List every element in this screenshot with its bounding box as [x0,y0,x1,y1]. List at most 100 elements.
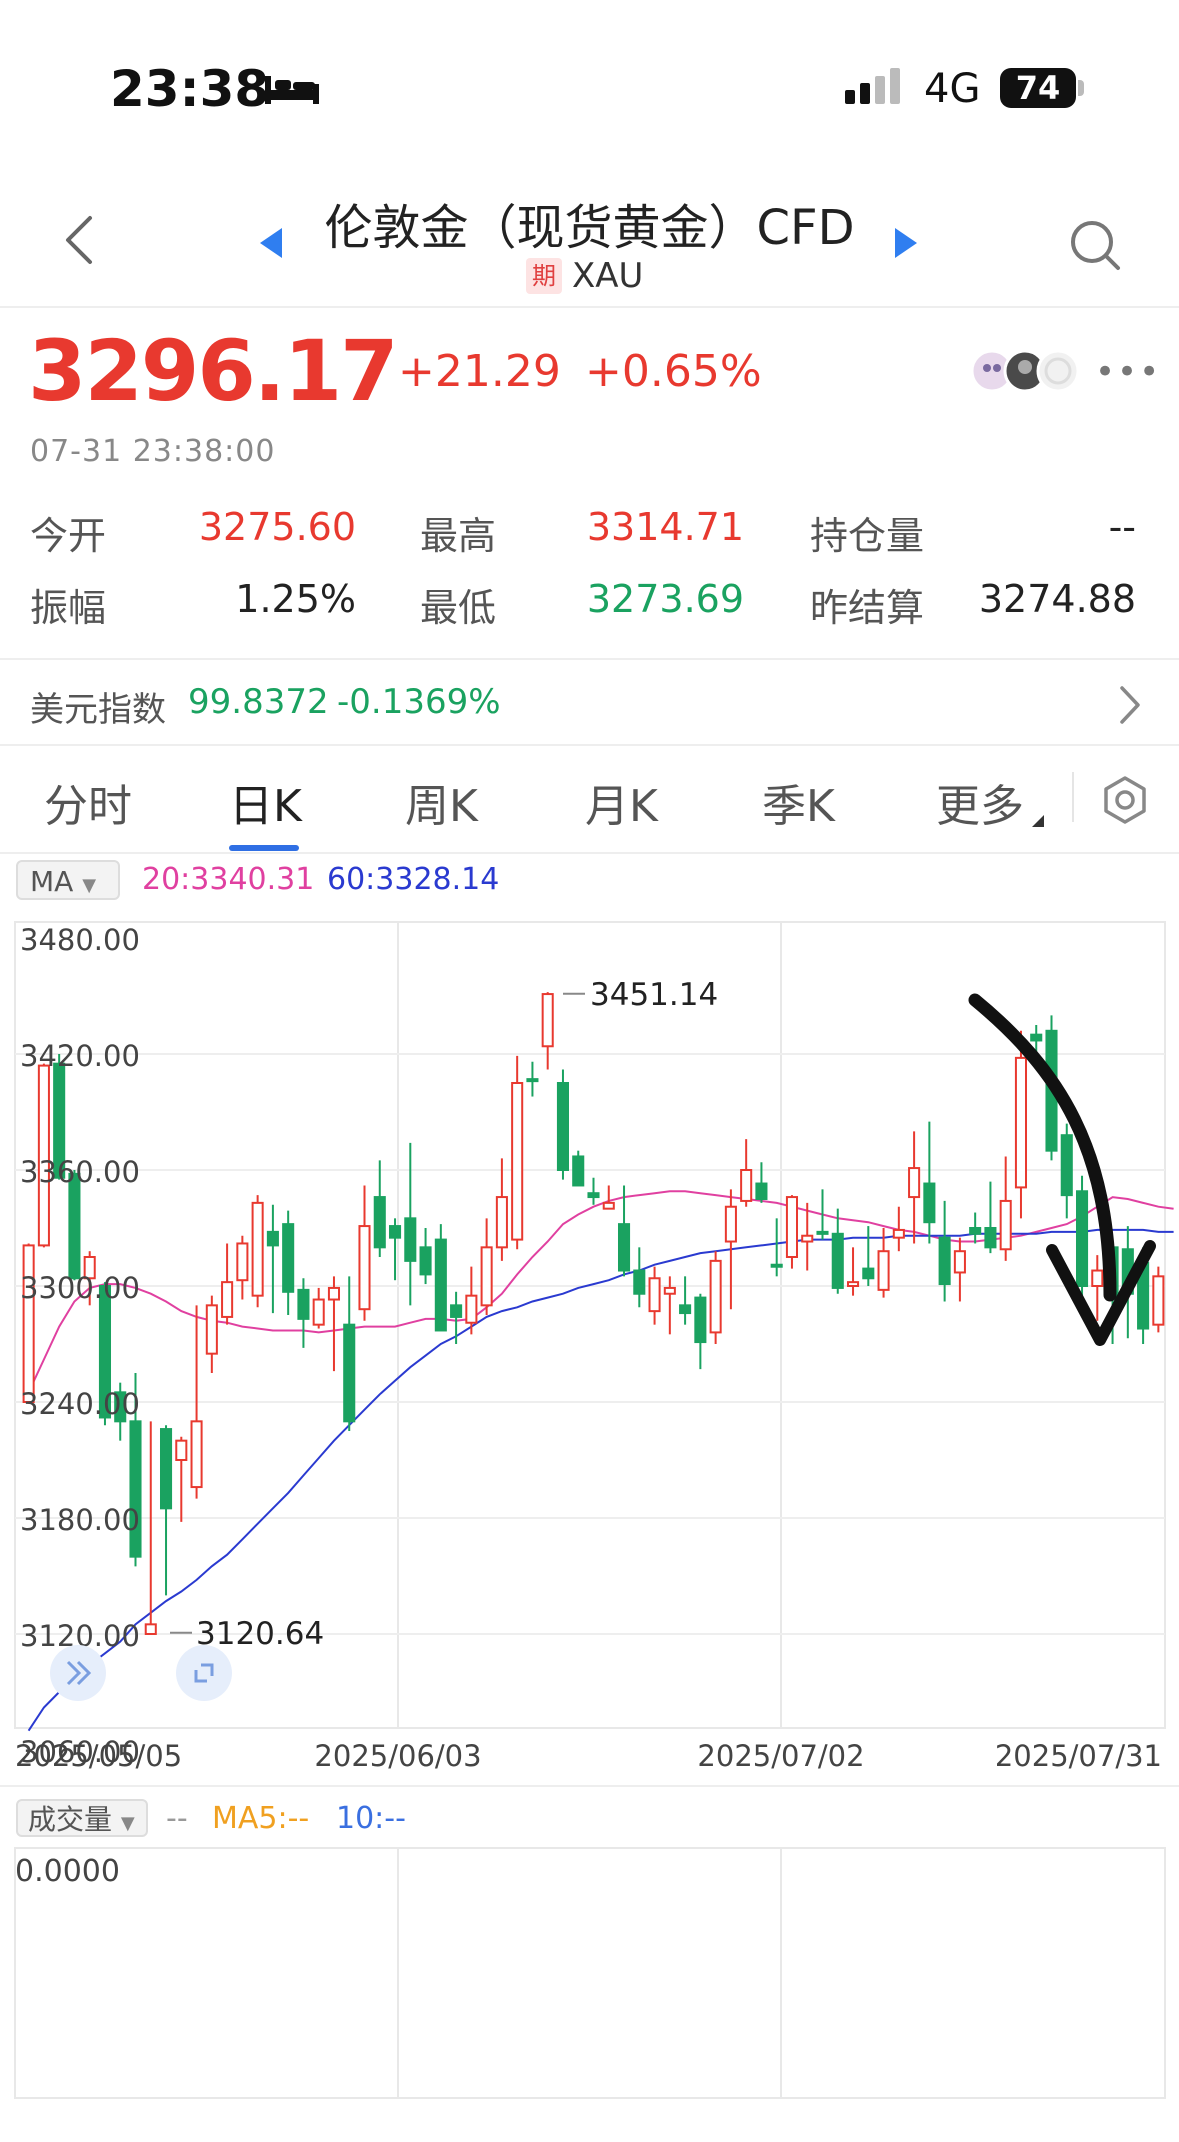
fullscreen-button [176,1645,232,1701]
candle-body [892,1228,905,1239]
candle-body [1060,1134,1073,1197]
y-tick-label: 3480.00 [20,923,140,957]
x-axis-labels: 2025/05/05 2025/06/03 2025/07/02 2025/07/31 [15,1739,1162,1773]
candlestick-chart[interactable]: 3480.00 3420.00 3360.00 3300.00 3240.00 3180.… [0,910,1179,1790]
candle-body [709,1259,722,1334]
candle [648,1266,661,1325]
candle-body [1091,1269,1104,1287]
candle-body [724,1205,737,1243]
candle [282,1210,295,1315]
volume-select-label: 成交量 [28,1803,113,1836]
candle [908,1131,921,1244]
open-value: 3275.60 [198,505,356,549]
ma60-value: 60:3328.14 [327,862,500,897]
indicator-select[interactable]: MA ▼ [16,860,120,900]
more-options-icon[interactable]: ••• [1095,352,1161,392]
candle-body [999,1199,1012,1251]
divider [0,852,1179,854]
candle-body [190,1420,203,1489]
divider [0,306,1179,308]
usd-index-row[interactable] [0,660,1179,744]
candle-body [770,1263,783,1268]
candle [969,1212,982,1244]
candle [358,1185,371,1321]
candle-body [495,1196,508,1249]
tab-intraday[interactable]: 分时 [44,770,132,834]
candle-body [740,1169,753,1202]
high-label: 最高 [420,514,497,558]
candle [755,1162,768,1203]
candle [266,1204,279,1314]
chart-settings-icon[interactable] [1100,775,1150,829]
candle [159,1425,173,1596]
candle-body [602,1201,615,1210]
amplitude-value: 1.25% [235,577,356,621]
divider [0,1785,1179,1787]
candle-body [511,1082,524,1241]
candle-body [587,1192,600,1199]
candle-body [175,1439,188,1462]
price-change: +21.29 [398,346,561,397]
candle-body [953,1250,966,1274]
next-instrument-icon[interactable] [893,226,919,264]
candle [984,1181,997,1254]
dropdown-caret-icon: ▼ [120,1813,135,1834]
candle [679,1276,692,1325]
candle [633,1247,646,1308]
community-avatars[interactable] [970,348,1082,398]
candle-body [633,1269,646,1295]
candle [251,1195,264,1308]
candle-body [373,1196,386,1249]
usd-index-value: 99.8372 [188,682,329,722]
candle-body [694,1296,707,1344]
tab-daily-k[interactable]: 日K [229,770,302,834]
candle-body [343,1323,356,1423]
candle [236,1235,249,1300]
candle [694,1293,707,1370]
candle [419,1228,432,1285]
candle-body [312,1298,325,1326]
y-tick-label: 3360.00 [20,1155,140,1189]
candle [175,1436,188,1522]
more-dropdown-icon [1032,812,1044,831]
max-price-label: 3451.14 [590,977,718,1013]
candle [709,1251,722,1344]
candle [892,1206,905,1252]
candle-body [938,1236,951,1286]
candle [22,1243,35,1404]
candle-body [236,1242,249,1282]
volume-select[interactable]: 成交量 ▼ [16,1799,148,1837]
volume-ma5: MA5:-- [212,1801,310,1836]
candle [312,1287,325,1329]
search-icon[interactable] [1068,218,1122,276]
volume-axis-zero: 0.0000 [15,1854,120,1889]
plot-frame [14,921,1166,1729]
candle [862,1226,875,1286]
tab-more[interactable]: 更多 [936,770,1024,834]
tab-quarterly-k[interactable]: 季K [762,770,835,834]
candle [205,1295,218,1373]
candle [1152,1266,1165,1333]
tab-monthly-k[interactable]: 月K [585,770,658,834]
candle [831,1208,844,1294]
amplitude-label: 振幅 [30,586,107,630]
y-tick-label: 3240.00 [20,1387,140,1421]
candle [526,1061,539,1097]
candle [1091,1255,1104,1321]
chevron-right-icon[interactable] [1118,684,1142,730]
candles [22,992,1165,1635]
x-tick-label: 2025/07/02 [697,1739,864,1773]
battery-icon: 74 [1000,68,1076,108]
candle-body [679,1304,692,1315]
y-axis-labels: 3480.00 3420.00 3360.00 3300.00 3240.00 3180.… [20,923,140,1769]
open-label: 今开 [30,514,107,558]
tab-weekly-k[interactable]: 周K [405,770,478,834]
ma20-value: 20:3340.31 [142,862,315,897]
candle-body [282,1223,295,1293]
candle-body [831,1232,844,1289]
candle [144,1421,157,1635]
price-change-percent: +0.65% [585,346,762,397]
y-tick-label: 3420.00 [20,1039,140,1073]
candle [587,1177,600,1205]
candle-body [205,1304,218,1355]
